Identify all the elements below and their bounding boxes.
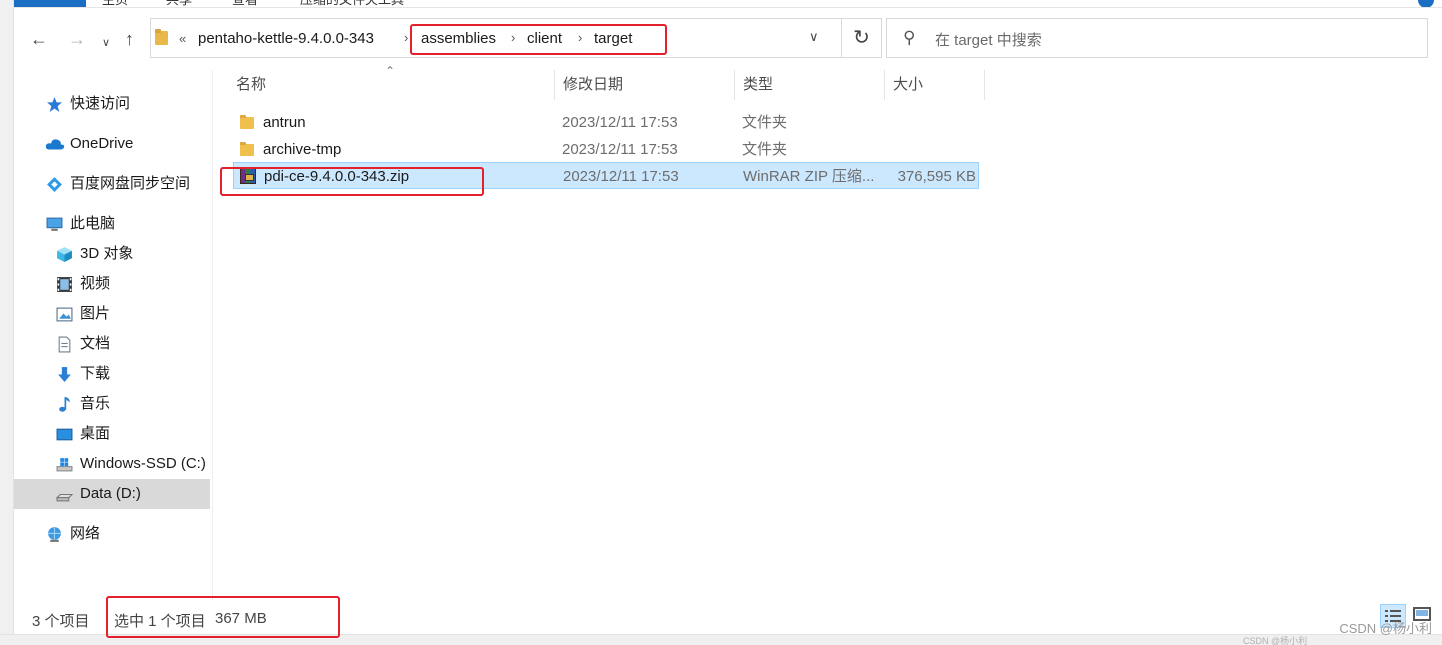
baidu-netdisk-icon [47, 177, 62, 192]
sidebar-item-pictures[interactable]: 图片 [14, 299, 210, 329]
recent-locations-chevron-icon[interactable]: ∨ [102, 34, 110, 52]
search-placeholder[interactable]: 在 target 中搜索 [935, 29, 1042, 50]
selection-count: 选中 1 个项目 [114, 613, 206, 630]
selection-size: 367 MB [215, 610, 267, 627]
column-header-type[interactable]: 类型 [735, 70, 885, 100]
sidebar-item-3d-objects[interactable]: 3D 对象 [14, 239, 210, 269]
sidebar-item-music[interactable]: 音乐 [14, 389, 210, 419]
sidebar-item-label: 桌面 [80, 425, 111, 442]
sidebar-item-onedrive[interactable]: OneDrive [14, 129, 210, 159]
ribbon-tab-share[interactable]: 共享 [166, 0, 192, 7]
cloud-icon [45, 139, 65, 150]
breadcrumb-separator-icon[interactable]: › [511, 28, 515, 48]
window-left-edge [0, 0, 14, 645]
sidebar-item-label: 3D 对象 [80, 245, 134, 262]
file-date: 2023/12/11 17:53 [562, 141, 678, 158]
refresh-icon[interactable]: ↻ [841, 19, 881, 57]
file-type: WinRAR ZIP 压缩... [743, 168, 875, 185]
file-name: archive-tmp [263, 141, 342, 158]
file-list-header: ⌃ 名称 修改日期 类型 大小 [213, 64, 1442, 100]
cube-icon [57, 247, 72, 262]
sidebar-item-documents[interactable]: 文档 [14, 329, 210, 359]
file-date: 2023/12/11 17:53 [562, 114, 678, 131]
windows-drive-icon [56, 458, 73, 472]
column-header-date[interactable]: 修改日期 [555, 70, 735, 100]
navigation-pane: 快速访问 OneDrive 百度网盘同步空间 此电脑 3D 对象 视频 图片 文… [14, 70, 213, 600]
csdn-watermark: CSDN @杨小利 [1339, 621, 1432, 636]
background-watermark: CSDN @杨小利 [1243, 636, 1308, 645]
navigation-bar: ← → ∨ ↑ « pentaho-kettle-9.4.0.0-343 › a… [14, 8, 1442, 70]
address-dropdown-chevron-icon[interactable]: ∨ [809, 29, 819, 45]
ribbon-tab-compressed-tools[interactable]: 压缩的文件夹工具 [300, 0, 404, 7]
forward-arrow-icon[interactable]: → [68, 30, 86, 48]
document-icon [58, 336, 71, 353]
sidebar-item-this-pc[interactable]: 此电脑 [14, 209, 210, 239]
download-icon [58, 367, 71, 382]
file-name: pdi-ce-9.4.0.0-343.zip [264, 168, 410, 185]
address-overflow[interactable]: « [179, 29, 186, 49]
sidebar-item-quick-access[interactable]: 快速访问 [14, 89, 210, 119]
breadcrumb-parent[interactable]: pentaho-kettle-9.4.0.0-343 [198, 29, 374, 49]
file-row[interactable]: antrun 2023/12/11 17:53 文件夹 [233, 109, 979, 136]
ribbon-tabs: 主页 共享 查看 压缩的文件夹工具 [14, 0, 1442, 8]
winrar-zip-icon [240, 168, 256, 184]
sidebar-item-label: Windows-SSD (C:) [80, 455, 206, 472]
picture-icon [56, 307, 73, 322]
sidebar-item-label: 下载 [80, 365, 111, 382]
breadcrumb-separator-icon[interactable]: › [404, 28, 408, 48]
ribbon-tab-view[interactable]: 查看 [232, 0, 258, 7]
sidebar-item-data-drive[interactable]: Data (D:) [14, 479, 210, 509]
sidebar-item-label: 此电脑 [70, 215, 116, 232]
column-header-size[interactable]: 大小 [885, 70, 985, 100]
back-arrow-icon[interactable]: ← [30, 30, 48, 48]
file-type: 文件夹 [742, 141, 788, 158]
sidebar-item-label: 文档 [80, 335, 111, 352]
sidebar-item-baidu-netdisk[interactable]: 百度网盘同步空间 [14, 169, 210, 199]
help-icon[interactable] [1418, 0, 1434, 7]
star-icon [47, 97, 62, 112]
sidebar-item-label: OneDrive [70, 135, 134, 152]
sidebar-item-label: 网络 [70, 525, 101, 542]
ribbon-tab-home[interactable]: 主页 [102, 0, 128, 7]
sidebar-item-videos[interactable]: 视频 [14, 269, 210, 299]
address-bar[interactable]: « pentaho-kettle-9.4.0.0-343 › assemblie… [150, 18, 882, 58]
file-size: 376,595 KB [897, 168, 976, 185]
file-row[interactable]: archive-tmp 2023/12/11 17:53 文件夹 [233, 136, 979, 163]
search-icon: ⚲ [903, 28, 916, 47]
sidebar-item-label: 百度网盘同步空间 [70, 175, 191, 192]
window-bottom-edge [0, 634, 1442, 645]
breadcrumb-separator-icon[interactable]: › [578, 28, 582, 48]
breadcrumb-assemblies[interactable]: assemblies [421, 29, 496, 49]
column-header-name[interactable]: 名称 [228, 70, 555, 100]
drive-icon [56, 493, 73, 502]
breadcrumb-client[interactable]: client [527, 29, 562, 49]
sidebar-item-network[interactable]: 网络 [14, 519, 210, 549]
file-name: antrun [263, 114, 306, 131]
sidebar-item-label: 视频 [80, 275, 111, 292]
folder-icon [239, 141, 255, 157]
breadcrumb-target[interactable]: target [594, 29, 632, 49]
sidebar-item-windows-ssd[interactable]: Windows-SSD (C:) [14, 449, 210, 479]
up-arrow-icon[interactable]: ↑ [125, 30, 134, 48]
sidebar-item-label: 快速访问 [70, 95, 131, 112]
network-icon [48, 527, 61, 542]
file-row-selected[interactable]: pdi-ce-9.4.0.0-343.zip 2023/12/11 17:53 … [233, 162, 979, 189]
folder-icon [155, 29, 169, 45]
folder-icon [239, 114, 255, 130]
sidebar-item-downloads[interactable]: 下载 [14, 359, 210, 389]
sidebar-item-label: 图片 [80, 305, 111, 322]
sidebar-item-desktop[interactable]: 桌面 [14, 419, 210, 449]
film-icon [57, 277, 72, 292]
file-type: 文件夹 [742, 114, 788, 131]
item-count: 3 个项目 [32, 613, 90, 630]
sidebar-item-label: 音乐 [80, 395, 111, 412]
computer-icon [46, 217, 63, 231]
sidebar-item-label: Data (D:) [80, 485, 141, 502]
desktop-icon [56, 428, 73, 441]
file-date: 2023/12/11 17:53 [563, 168, 679, 185]
music-icon [59, 397, 70, 412]
search-box[interactable]: ⚲ 在 target 中搜索 [886, 18, 1428, 58]
ribbon-file-tab[interactable] [14, 0, 86, 7]
status-bar: 3 个项目 选中 1 个项目 367 MB [14, 600, 1442, 634]
